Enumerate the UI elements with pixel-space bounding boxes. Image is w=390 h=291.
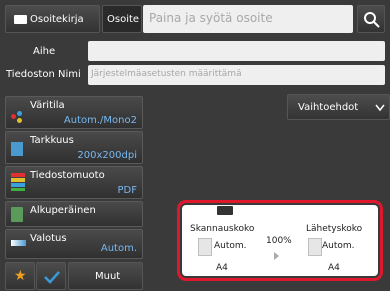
menu-value: Autom./Mono2 xyxy=(63,115,137,126)
menu-title: Tiedostomuoto xyxy=(30,170,105,181)
file-format-icon xyxy=(11,173,25,191)
filename-label: Tiedoston Nimi xyxy=(6,69,81,80)
menu-value: PDF xyxy=(117,185,137,196)
chevron-down-icon xyxy=(375,104,385,112)
filename-placeholder: Järjestelmäasetusten määrittämä xyxy=(91,69,242,79)
document-icon xyxy=(308,238,322,256)
scan-screen: { "top": { "address_book": "Osoitekirja"… xyxy=(0,0,390,290)
others-label: Muut xyxy=(95,271,121,282)
menu-value: 200x200dpi xyxy=(77,150,137,161)
address-book-icon xyxy=(14,15,27,24)
exposure-icon xyxy=(11,240,26,246)
menu-title: Tarkkuus xyxy=(30,135,74,146)
search-icon xyxy=(364,12,380,28)
address-input[interactable]: Paina ja syötä osoite xyxy=(143,5,353,33)
ratio: 100% xyxy=(266,236,292,246)
star-icon: ★ xyxy=(14,268,27,284)
subject-label: Aihe xyxy=(33,46,56,57)
menu-value: Autom. xyxy=(100,243,137,254)
menu-resolution[interactable]: Tarkkuus 200x200dpi xyxy=(5,131,143,164)
color-mode-icon xyxy=(11,111,25,123)
confirm-button[interactable] xyxy=(36,262,66,290)
scan-size-value: Autom. xyxy=(214,241,247,251)
address-book-button[interactable]: Osoitekirja xyxy=(5,5,100,33)
original-icon xyxy=(11,207,23,222)
send-paper: A4 xyxy=(328,263,340,273)
filename-input[interactable]: Järjestelmäasetusten määrittämä xyxy=(88,65,385,85)
menu-file-format[interactable]: Tiedostomuoto PDF xyxy=(5,166,143,199)
menu-exposure[interactable]: Valotus Autom. xyxy=(5,229,143,259)
check-icon xyxy=(44,271,60,284)
address-book-label: Osoitekirja xyxy=(30,14,84,25)
address-tab[interactable]: Osoite xyxy=(102,5,142,33)
size-panel[interactable]: Skannauskoko Autom. A4 100% Lähetyskoko … xyxy=(182,205,378,276)
resolution-icon xyxy=(11,142,23,156)
menu-title: Väritila xyxy=(30,100,65,111)
address-placeholder: Paina ja syötä osoite xyxy=(149,11,273,25)
options-button[interactable]: Vaihtoehdot xyxy=(287,94,390,120)
menu-title: Valotus xyxy=(30,233,67,244)
address-tab-label: Osoite xyxy=(107,14,140,25)
subject-input[interactable] xyxy=(88,41,385,61)
menu-color-mode[interactable]: Väritila Autom./Mono2 xyxy=(5,96,143,129)
search-button[interactable] xyxy=(357,5,385,33)
scanner-icon xyxy=(217,206,233,215)
scan-paper: A4 xyxy=(216,263,228,273)
scan-size-label: Skannauskoko xyxy=(190,224,255,234)
send-size-label: Lähetyskoko xyxy=(306,224,363,234)
send-size-value: Autom. xyxy=(322,241,355,251)
document-icon xyxy=(198,238,212,256)
arrow-right-icon xyxy=(274,252,279,260)
menu-title: Alkuperäinen xyxy=(30,205,96,216)
options-label: Vaihtoehdot xyxy=(298,102,359,113)
others-button[interactable]: Muut xyxy=(68,262,143,290)
menu-original[interactable]: Alkuperäinen xyxy=(5,201,143,227)
favorite-button[interactable]: ★ xyxy=(5,262,35,290)
